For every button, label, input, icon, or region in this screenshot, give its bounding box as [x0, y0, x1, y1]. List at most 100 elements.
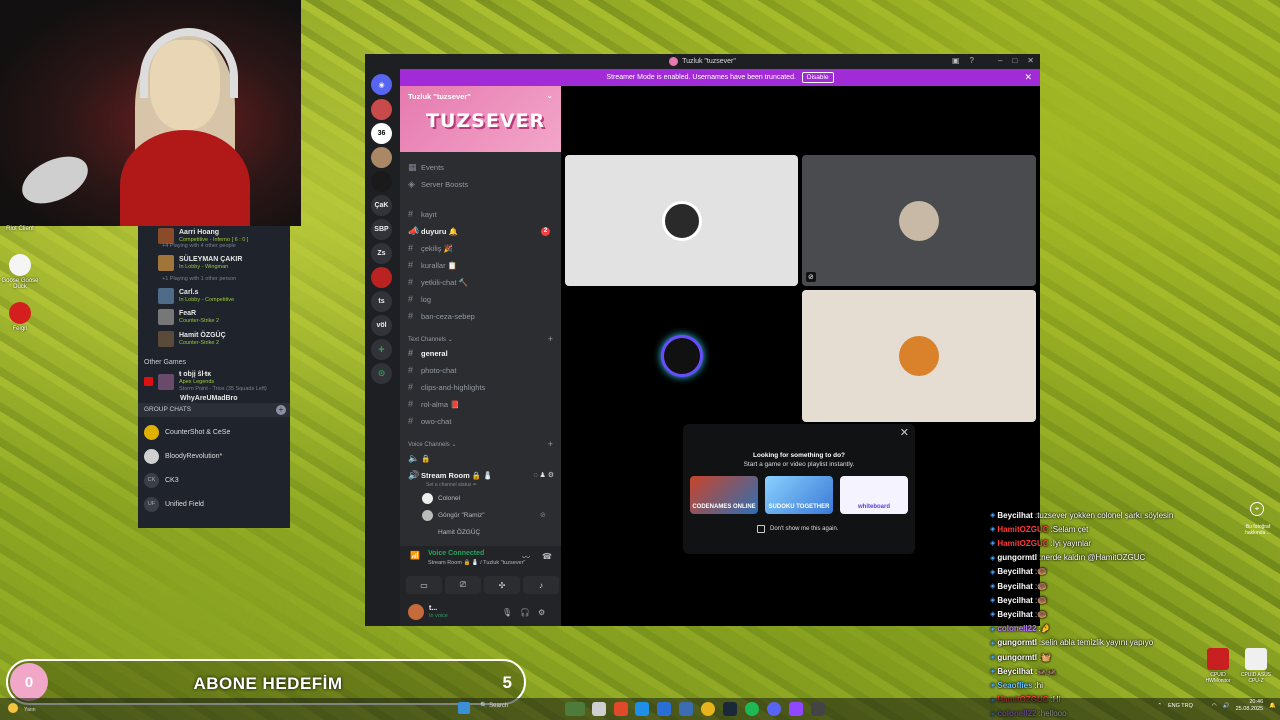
- chat-username[interactable]: Beycilhat: [997, 610, 1033, 619]
- weather-label[interactable]: Yarın: [24, 707, 36, 713]
- server-icon[interactable]: [371, 171, 392, 192]
- channel-item[interactable]: # ban-ceza-sebep: [408, 308, 558, 324]
- channel-item[interactable]: # general: [408, 345, 558, 361]
- disconnect-icon[interactable]: ☎: [542, 552, 552, 561]
- chat-username[interactable]: Beycilhat: [997, 582, 1033, 591]
- chat-username[interactable]: Beycilhat: [997, 667, 1033, 676]
- camera-button[interactable]: ▭: [406, 576, 442, 594]
- activity-card-codenames[interactable]: CODENAMES ONLINE: [690, 476, 758, 514]
- voice-channel-stream-room[interactable]: 🔊 Stream Room 🔒 🧂 ◌ ♟ ⚙: [408, 467, 558, 483]
- language-indicator[interactable]: ENG TRQ: [1168, 703, 1206, 709]
- discover-icon[interactable]: ⊙: [371, 363, 392, 384]
- friend-item[interactable]: ŧ objį ŝŀŧĸ Apex Legends Storm Point - T…: [158, 371, 267, 392]
- channel-item[interactable]: # clips-and-highlights: [408, 379, 558, 395]
- cpuz-icon[interactable]: [1245, 648, 1267, 670]
- voice-user[interactable]: Colonel: [422, 490, 460, 506]
- taskbar-app-icon[interactable]: [701, 702, 715, 716]
- voice-connected-channel[interactable]: Stream Room 🔒 🧂 / Tuzluk "tuzsever": [428, 560, 525, 566]
- channel-item[interactable]: # owo-chat: [408, 413, 558, 429]
- inbox-icon[interactable]: ▣: [952, 56, 960, 65]
- chat-username[interactable]: Seaoflies: [997, 681, 1032, 690]
- channel-item[interactable]: # rol-alma 📕: [408, 396, 558, 412]
- photo-info-label[interactable]: Bu fotoğraf hakkında ...: [1238, 524, 1278, 536]
- chevron-down-icon[interactable]: ⌄: [546, 91, 553, 100]
- add-channel-icon[interactable]: +: [548, 439, 553, 449]
- chat-username[interactable]: gungormtl: [997, 638, 1037, 647]
- server-icon[interactable]: 36: [371, 123, 392, 144]
- other-games-header[interactable]: Other Games: [144, 359, 186, 366]
- chat-username[interactable]: colonell22: [997, 624, 1036, 633]
- participant-tile[interactable]: [565, 290, 798, 422]
- server-icon[interactable]: völ: [371, 315, 392, 336]
- search-box[interactable]: 🔍 Search: [480, 702, 508, 709]
- weather-icon[interactable]: [8, 703, 18, 713]
- close-icon[interactable]: ✕: [900, 426, 909, 439]
- dont-show-checkbox[interactable]: [757, 525, 765, 533]
- desktop-icon-feign[interactable]: Feign: [0, 302, 40, 332]
- add-server-icon[interactable]: +: [371, 339, 392, 360]
- taskbar-app-icon[interactable]: [592, 702, 606, 716]
- friend-item[interactable]: SÜLEYMAN ÇAKIR In Lobby - Wingman: [158, 253, 242, 273]
- start-icon[interactable]: [458, 702, 470, 714]
- noise-suppression-icon[interactable]: 〰: [522, 552, 530, 563]
- server-icon[interactable]: Zs: [371, 243, 392, 264]
- server-icon[interactable]: [371, 147, 392, 168]
- participant-tile[interactable]: [802, 290, 1036, 422]
- taskbar-app-icon[interactable]: [635, 702, 649, 716]
- desktop-icon-goose-goose-duck[interactable]: Goose Goose Duck: [0, 254, 40, 290]
- minimize-icon[interactable]: –: [998, 56, 1002, 65]
- user-panel[interactable]: t... In voice: [408, 602, 448, 622]
- channel-item[interactable]: 📣 duyuru 🔔 2: [408, 223, 558, 239]
- channel-item[interactable]: # log: [408, 291, 558, 307]
- notifications-icon[interactable]: 🔔: [1269, 703, 1276, 709]
- maximize-icon[interactable]: □: [1012, 56, 1017, 65]
- taskbar-app-icon[interactable]: [745, 702, 759, 716]
- taskbar-app-icon[interactable]: [614, 702, 628, 716]
- activity-card-sudoku[interactable]: SUDOKU TOGETHER: [765, 476, 833, 514]
- server-icon[interactable]: ts: [371, 291, 392, 312]
- microphone-icon[interactable]: 🎙: [502, 608, 512, 617]
- channel-item[interactable]: # kurallar 📋: [408, 257, 558, 273]
- volume-icon[interactable]: 🔊: [1223, 703, 1230, 709]
- friend-item[interactable]: Hamit ÖZGÜÇ Counter-Strike 2: [158, 329, 226, 349]
- friend-item[interactable]: Carl.s In Lobby - Competitive: [158, 286, 234, 306]
- category-voice-channels[interactable]: Voice Channels ⌄ +: [408, 439, 553, 449]
- chat-username[interactable]: gungormtl: [997, 653, 1037, 662]
- soundboard-button[interactable]: ♪: [523, 576, 559, 594]
- category-text-channels[interactable]: Text Channels ⌄ +: [408, 334, 553, 344]
- taskbar-app-icon[interactable]: [723, 702, 737, 716]
- activities-button[interactable]: ✣: [484, 576, 520, 594]
- server-icon[interactable]: SBP: [371, 219, 392, 240]
- events-item[interactable]: ▦ Events: [408, 159, 558, 175]
- close-icon[interactable]: ✕: [1024, 72, 1032, 83]
- taskbar-app-icon[interactable]: [565, 702, 585, 716]
- photo-info-icon[interactable]: ⌖: [1250, 502, 1264, 516]
- disable-button[interactable]: Disable: [801, 72, 834, 83]
- group-chat-item[interactable]: BloodyRevolution*: [144, 446, 222, 466]
- chat-username[interactable]: Beycilhat: [997, 596, 1033, 605]
- taskbar-app-icon[interactable]: [657, 702, 671, 716]
- group-chats-header[interactable]: GROUP CHATS +: [138, 403, 290, 417]
- server-icon[interactable]: [371, 99, 392, 120]
- add-group-icon[interactable]: +: [276, 405, 286, 415]
- close-icon[interactable]: ✕: [1027, 56, 1034, 65]
- voice-channel-item[interactable]: 🔈 🔒: [408, 450, 558, 466]
- clock[interactable]: 20:46 25.08.2025: [1236, 699, 1264, 713]
- taskbar-app-icon[interactable]: [811, 702, 825, 716]
- wifi-icon[interactable]: ◠: [1212, 703, 1217, 709]
- channel-item[interactable]: # çekiliş 🎉: [408, 240, 558, 256]
- server-icon[interactable]: ÇaK: [371, 195, 392, 216]
- channel-item[interactable]: # kayıt: [408, 206, 558, 222]
- taskbar-app-icon[interactable]: [789, 702, 803, 716]
- chevron-up-icon[interactable]: ⌃: [1157, 703, 1162, 709]
- taskbar-app-icon[interactable]: [679, 702, 693, 716]
- server-boosts-item[interactable]: ◈ Server Boosts: [408, 176, 558, 192]
- hwmonitor-icon[interactable]: [1207, 648, 1229, 670]
- screen-share-button[interactable]: ⎚: [445, 576, 481, 594]
- participant-tile[interactable]: ⊘: [802, 155, 1036, 286]
- channel-actions-icon[interactable]: ◌ ♟ ⚙: [533, 471, 554, 479]
- server-icon[interactable]: [371, 267, 392, 288]
- guild-banner[interactable]: Tuzluk "tuzsever" ⌄ TUZSEVER: [400, 86, 561, 152]
- chat-username[interactable]: HamitOZGUC: [997, 539, 1048, 548]
- group-chat-item[interactable]: CounterShot & CeSe: [144, 422, 230, 442]
